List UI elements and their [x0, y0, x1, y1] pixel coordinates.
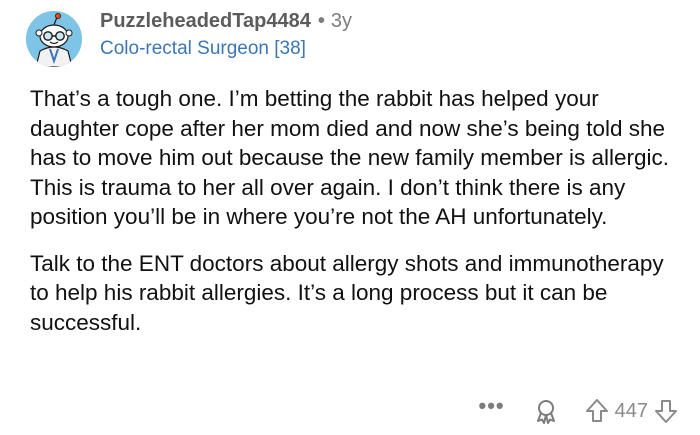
snoo-avatar-icon — [26, 11, 82, 67]
separator-dot: • — [317, 10, 325, 32]
comment: PuzzleheadedTap4484 • 3y Colo-rectal Sur… — [0, 0, 700, 435]
more-options-button[interactable]: ••• — [479, 395, 505, 417]
vote-score: 447 — [614, 399, 648, 422]
comment-body: That’s a tough one. I’m betting the rabb… — [30, 84, 680, 354]
author-row: PuzzleheadedTap4484 • 3y — [100, 8, 680, 34]
upvote-arrow-icon[interactable] — [585, 398, 609, 424]
comment-actions: ••• 447 — [479, 395, 678, 426]
user-flair: Colo-rectal Surgeon [38] — [100, 38, 306, 59]
avatar[interactable] — [26, 11, 82, 67]
username[interactable]: PuzzleheadedTap4484 — [100, 8, 311, 34]
award-icon[interactable] — [533, 398, 559, 424]
downvote-arrow-icon[interactable] — [654, 398, 678, 424]
comment-header: PuzzleheadedTap4484 • 3y Colo-rectal Sur… — [100, 8, 680, 61]
comment-paragraph: Talk to the ENT doctors about allergy sh… — [30, 250, 664, 335]
comment-age: 3y — [330, 10, 352, 32]
comment-paragraph: That’s a tough one. I’m betting the rabb… — [30, 86, 670, 229]
